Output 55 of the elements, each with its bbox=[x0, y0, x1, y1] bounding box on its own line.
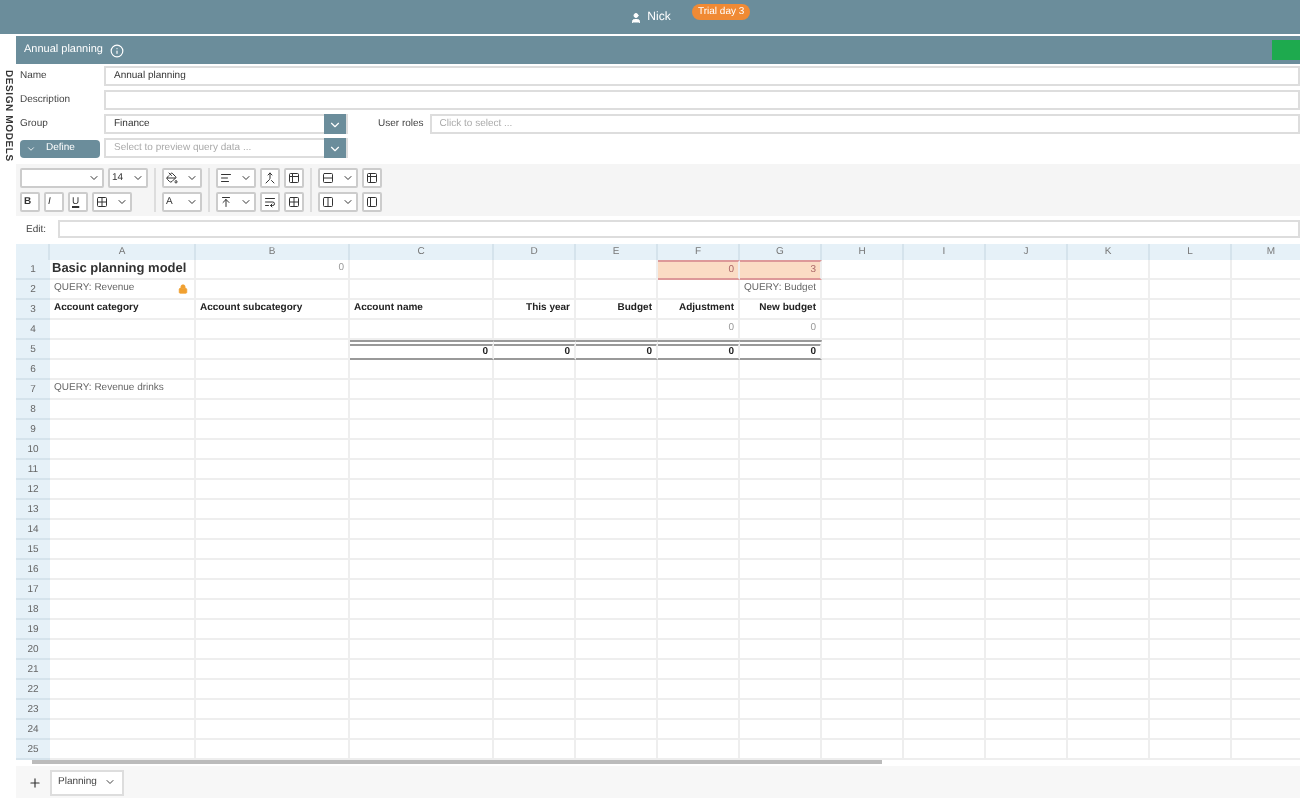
user-icon bbox=[629, 11, 642, 23]
chevron-icon bbox=[104, 776, 117, 788]
chevron-icon bbox=[88, 172, 100, 184]
scrollbar[interactable] bbox=[32, 760, 882, 764]
table-icon bbox=[366, 172, 378, 184]
table-cell bbox=[576, 360, 658, 380]
table-cell bbox=[658, 360, 740, 380]
table-cell bbox=[494, 320, 576, 340]
table-cell bbox=[904, 260, 986, 280]
table-cell bbox=[494, 360, 576, 380]
merge-button[interactable] bbox=[260, 168, 280, 188]
columns-button[interactable] bbox=[318, 192, 358, 212]
wrap-button[interactable] bbox=[260, 192, 280, 212]
borders-button[interactable] bbox=[92, 192, 132, 212]
rows-icon bbox=[322, 172, 334, 184]
table-cell bbox=[986, 260, 1068, 280]
edit-field[interactable] bbox=[58, 220, 1300, 238]
panel-icon bbox=[366, 196, 378, 208]
table-cell bbox=[350, 360, 494, 380]
table-cell bbox=[740, 360, 822, 380]
align-left-icon bbox=[220, 172, 232, 184]
merge-icon bbox=[264, 172, 276, 184]
table-cell bbox=[576, 320, 658, 340]
description-field[interactable] bbox=[104, 90, 1300, 110]
freeze-rows-button[interactable] bbox=[362, 168, 382, 188]
table-cell bbox=[350, 260, 494, 280]
rows-button[interactable] bbox=[318, 168, 358, 188]
corner-cell[interactable] bbox=[16, 244, 50, 260]
table-icon bbox=[288, 172, 300, 184]
table-cell bbox=[350, 320, 494, 340]
info-icon[interactable] bbox=[110, 43, 125, 57]
table-cell bbox=[822, 260, 904, 280]
plus-icon bbox=[28, 775, 42, 789]
table-cell bbox=[822, 360, 904, 380]
format-button[interactable] bbox=[284, 168, 304, 188]
table-cell bbox=[576, 280, 658, 300]
table-cell bbox=[822, 280, 904, 300]
align-top-icon bbox=[220, 196, 232, 208]
fill-color-button[interactable] bbox=[162, 168, 202, 188]
align-button[interactable] bbox=[216, 168, 256, 188]
table-cell bbox=[822, 340, 904, 360]
grid-button[interactable] bbox=[284, 192, 304, 212]
freeze-columns-button[interactable] bbox=[362, 192, 382, 212]
columns-icon bbox=[322, 196, 334, 208]
grid-icon bbox=[96, 196, 108, 208]
grid-icon bbox=[288, 196, 300, 208]
wrap-text-icon bbox=[264, 196, 276, 208]
paint-bucket-icon bbox=[166, 172, 178, 184]
add-sheet-button[interactable] bbox=[28, 775, 42, 789]
table-cell bbox=[494, 260, 576, 280]
chevron-icon bbox=[26, 143, 36, 153]
table-cell bbox=[1068, 260, 1150, 280]
table-cell bbox=[822, 320, 904, 340]
table-cell bbox=[1150, 260, 1232, 280]
table-cell bbox=[658, 280, 740, 300]
